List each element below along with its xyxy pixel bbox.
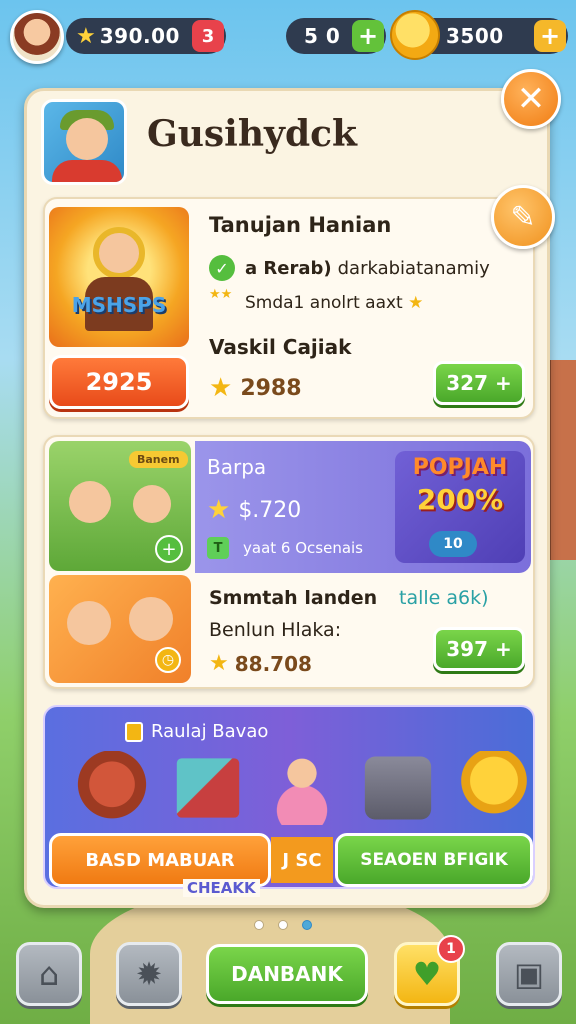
- face-shape: [66, 118, 108, 160]
- star-icon: ★: [209, 373, 233, 403]
- offer-card-1: MSHSPS 2925 Tanujan Hanian ✓ a Rerab) da…: [43, 185, 555, 419]
- panel-header: Gusihydck ✕: [27, 69, 561, 185]
- check-icon: ✓: [209, 255, 235, 281]
- add-icon[interactable]: +: [155, 535, 183, 563]
- profile-card-button[interactable]: ▣: [496, 942, 562, 1006]
- offer-1-price: ★ 2988: [209, 373, 302, 403]
- add-coins-button[interactable]: +: [534, 20, 566, 52]
- id-card-icon: ▣: [513, 955, 545, 993]
- kid-face-4: [129, 597, 173, 641]
- bonus-line-1: POPJAH: [412, 455, 508, 480]
- energy-pill: 5 0 +: [286, 18, 386, 54]
- offer-1-price-value: 2988: [240, 375, 302, 401]
- offer-1-image-label: MSHSPS: [71, 293, 167, 317]
- offer-2-heading: Barpa: [207, 455, 267, 479]
- ticket-icon: T: [207, 537, 229, 559]
- header-character-icon: [41, 99, 127, 185]
- coin-value: 3500: [446, 24, 504, 48]
- offer-2-bonus-banner[interactable]: POPJAH 200% 10: [395, 451, 525, 563]
- bonus-line-2: 200%: [416, 483, 504, 516]
- offer-2-price-value: $.720: [238, 497, 302, 523]
- player-avatar[interactable]: [10, 10, 64, 64]
- offer-card-2: Banem + Barpa ★ $.720 T yaat 6 Ocsenais …: [43, 435, 535, 689]
- offer-2-image-top: Banem +: [49, 441, 191, 571]
- offer-1-action-icon[interactable]: ✎: [491, 185, 555, 249]
- top-bar: ★ 390.00 3 5 0 + 3500 +: [8, 8, 568, 64]
- offer-2-image-bottom: ◷: [49, 575, 191, 683]
- offer-2-note-text: yaat 6 Ocsenais: [243, 539, 363, 557]
- offer-1-title: Tanujan Hanian: [209, 213, 392, 237]
- kid-face-3: [67, 601, 111, 645]
- star-icon: ★: [207, 495, 231, 525]
- offer-2-text-1: Smmtah landen: [209, 587, 378, 609]
- star-currency-value: 390.00: [99, 24, 180, 48]
- offer-2-text-2: Benlun Hlaka:: [209, 619, 342, 641]
- coin-icon: [390, 10, 440, 60]
- coin-pill: 3500 +: [390, 10, 568, 60]
- offer-1-heading: Vaskil Cajiak: [209, 335, 352, 359]
- notification-badge[interactable]: 3: [192, 20, 224, 52]
- star-icon: ★: [408, 293, 424, 313]
- bundle-item-box-icon[interactable]: [176, 758, 240, 818]
- bundle-item-machine-icon[interactable]: [364, 756, 432, 820]
- star-currency-pill: ★ 390.00 3: [66, 18, 226, 54]
- favorites-button[interactable]: ♥ 1: [394, 935, 465, 1006]
- bundle-title-text: Raulaj Bavao: [151, 721, 269, 742]
- page-dot-active[interactable]: [302, 920, 312, 930]
- offer-1-subline-text: Smda1 anolrt aaxt: [245, 293, 403, 313]
- star-icon: ★: [76, 23, 96, 49]
- gear-icon: ✹: [135, 955, 163, 993]
- bundle-item-pot-icon[interactable]: [73, 751, 151, 825]
- offer-1-add-button[interactable]: 327 +: [433, 361, 525, 405]
- offer-2-note: T yaat 6 Ocsenais: [207, 537, 363, 559]
- shop-panel: Gusihydck ✕ MSHSPS 2925 Tanujan Hanian ✓…: [24, 69, 561, 908]
- bundle-item-chest-icon[interactable]: [455, 751, 533, 825]
- kid-face-2: [133, 485, 171, 523]
- page-dot[interactable]: [278, 920, 288, 930]
- shirt-shape: [52, 160, 122, 182]
- offer-2-price-2: ★ 88.708: [209, 651, 312, 676]
- offer-1-subline: Smda1 anolrt aaxt ★: [245, 293, 423, 313]
- bundle-right-button[interactable]: SEAOEN BFIGIK: [335, 833, 533, 887]
- page-dot[interactable]: [254, 920, 264, 930]
- page-indicator: [254, 920, 312, 930]
- hero-face: [93, 227, 145, 279]
- offer-1-buy-button[interactable]: 2925: [49, 355, 189, 409]
- bundle-title: Raulaj Bavao: [125, 721, 268, 742]
- offer-1-image: MSHSPS: [49, 207, 189, 347]
- offer-1-line-rest: darkabiatanamiy: [337, 257, 490, 279]
- lock-icon: [125, 721, 143, 742]
- offer-2-text-1b: talle a6k): [399, 587, 489, 609]
- bundle-mid-label: J SC: [271, 837, 333, 883]
- notification-count: 1: [437, 935, 465, 963]
- heart-icon: ♥: [412, 955, 442, 993]
- kid-face-1: [69, 481, 111, 523]
- offer-1-line-bold: a Rerab): [245, 257, 332, 279]
- bundle-sub-label: CHEAKK: [183, 879, 260, 897]
- home-button[interactable]: ⌂: [16, 942, 82, 1006]
- panel-title: Gusihydck: [147, 113, 357, 155]
- offer-2-price: ★ $.720: [207, 495, 301, 525]
- add-energy-button[interactable]: +: [352, 20, 384, 52]
- bundle-card: Raulaj Bavao BASD MABUAR J SC SEAOEN BFI…: [43, 705, 535, 889]
- energy-value: 5 0: [304, 24, 341, 48]
- main-action-button[interactable]: DANBANK: [206, 944, 368, 1004]
- bundle-item-character-icon[interactable]: [263, 751, 341, 825]
- close-button[interactable]: ✕: [501, 69, 561, 129]
- offer-2-price-2-value: 88.708: [234, 651, 312, 676]
- offer-2-promo-box: Barpa ★ $.720 T yaat 6 Ocsenais POPJAH 2…: [195, 441, 531, 573]
- offer-1-line: ✓ a Rerab) darkabiatanamiy: [209, 255, 490, 281]
- background-house: [548, 360, 576, 560]
- settings-button[interactable]: ✹: [116, 942, 182, 1006]
- small-stars-icon: ★★: [209, 287, 233, 302]
- bonus-toggle[interactable]: 10: [429, 531, 477, 557]
- star-icon: ★: [209, 651, 229, 676]
- offer-2-add-button[interactable]: 397 +: [433, 627, 525, 671]
- clock-icon: ◷: [155, 647, 181, 673]
- home-icon: ⌂: [38, 955, 60, 993]
- offer-2-tag: Banem: [129, 451, 188, 468]
